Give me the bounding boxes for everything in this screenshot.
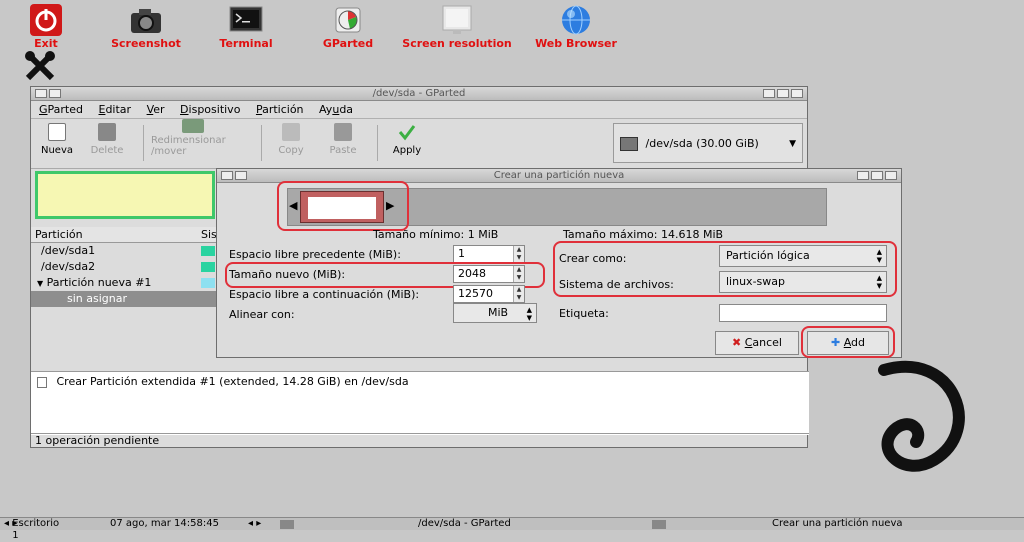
- delete-button[interactable]: Delete: [87, 123, 127, 156]
- paste-icon: [334, 123, 352, 141]
- free-before-label: Espacio libre precedente (MiB):: [229, 248, 401, 261]
- operations-list: Crear Partición extendida #1 (extended, …: [31, 371, 809, 435]
- resize-move-button[interactable]: Redimensionar /mover: [151, 119, 235, 157]
- tools-icon: [22, 50, 58, 82]
- dialog-pin-icon[interactable]: [235, 171, 247, 180]
- taskbar: ◂ Escritorio 1 ▸ 07 ago, mar 14:58:45 ◂ …: [0, 517, 1024, 541]
- free-before-spinner[interactable]: 1 ▲ ▼: [453, 245, 525, 263]
- close-icon[interactable]: [791, 89, 803, 98]
- highlight-slider: [277, 181, 409, 231]
- updown-icon: ▲ ▼: [526, 306, 532, 322]
- task-gparted[interactable]: /dev/sda - GParted: [418, 518, 511, 530]
- resize-icon: [182, 119, 204, 133]
- new-button[interactable]: Nueva: [37, 123, 77, 156]
- power-icon: [30, 4, 62, 36]
- operation-item[interactable]: Crear Partición extendida #1 (extended, …: [57, 375, 409, 388]
- menubar: GParted Editar Ver Dispositivo Partición…: [31, 101, 807, 119]
- dialog-minimize-icon[interactable]: [857, 171, 869, 180]
- expander-icon[interactable]: ▼: [37, 279, 43, 288]
- desktop-web-browser-label: Web Browser: [535, 37, 617, 50]
- free-after-label: Espacio libre a continuación (MiB):: [229, 288, 420, 301]
- gparted-icon: [330, 4, 366, 36]
- desktop-screen-resolution-label: Screen resolution: [402, 37, 512, 50]
- min-size-label: Tamaño mínimo: 1 MiB: [373, 228, 499, 241]
- taskbar-arrows[interactable]: ◂ ▸: [248, 518, 261, 530]
- chevron-down-icon: ▼: [789, 139, 796, 149]
- free-after-spinner[interactable]: 12570 ▲ ▼: [453, 285, 525, 303]
- globe-icon: [558, 4, 594, 36]
- dialog-close-icon[interactable]: [885, 171, 897, 180]
- desktop-switcher[interactable]: ◂ Escritorio 1 ▸: [4, 518, 59, 541]
- table-row[interactable]: sin asignar: [31, 291, 216, 307]
- gparted-titlebar: /dev/sda - GParted: [31, 87, 807, 101]
- terminal-icon: [228, 4, 264, 36]
- partition-table: Partición Sis /dev/sda1 /dev/sda2 ▼ Part…: [31, 227, 217, 307]
- highlight-create-options: [553, 241, 897, 297]
- menu-editar[interactable]: Editar: [99, 103, 132, 116]
- device-selector[interactable]: /dev/sda (30.00 GiB) ▼: [613, 123, 803, 163]
- cancel-button[interactable]: ✖ Cancel: [715, 331, 799, 355]
- gparted-window-title: /dev/sda - GParted: [372, 88, 466, 99]
- checkmark-icon: [398, 123, 416, 141]
- camera-icon: [128, 4, 164, 36]
- desktop-screen-resolution[interactable]: Screen resolution: [390, 4, 524, 50]
- table-row[interactable]: /dev/sda1: [31, 243, 216, 259]
- toolbar: Nueva Delete Redimensionar /mover Copy P…: [31, 119, 807, 169]
- new-document-icon: [48, 123, 66, 141]
- menu-gparted[interactable]: GParted: [39, 103, 83, 116]
- spinner-arrows-icon[interactable]: ▲ ▼: [513, 286, 524, 302]
- max-size-label: Tamaño máximo: 14.618 MiB: [563, 228, 724, 241]
- status-bar: 1 operación pendiente: [31, 433, 809, 447]
- dialog-title: Crear una partición nueva: [493, 170, 625, 181]
- col-fs-header[interactable]: Sis: [201, 227, 217, 243]
- table-row[interactable]: ▼ Partición nueva #1: [31, 275, 216, 291]
- align-select[interactable]: MiB ▲ ▼: [453, 303, 537, 323]
- menu-ver[interactable]: Ver: [147, 103, 165, 116]
- col-partition-header[interactable]: Partición: [35, 228, 83, 241]
- desktop-screenshot[interactable]: Screenshot: [104, 4, 188, 50]
- tag-input[interactable]: [719, 304, 887, 322]
- spinner-arrows-icon[interactable]: ▲ ▼: [513, 246, 524, 262]
- taskbar-app-icon: [280, 520, 294, 529]
- maximize-icon[interactable]: [777, 89, 789, 98]
- highlight-add-button: [801, 326, 895, 358]
- window-pin-icon[interactable]: [49, 89, 61, 98]
- menu-particion[interactable]: Partición: [256, 103, 304, 116]
- debian-swirl-icon: [878, 360, 965, 472]
- desktop-terminal-label: Terminal: [219, 37, 273, 50]
- paste-button[interactable]: Paste: [321, 123, 365, 156]
- window-menu-icon[interactable]: [35, 89, 47, 98]
- minimize-icon[interactable]: [763, 89, 775, 98]
- task-create-partition[interactable]: Crear una partición nueva: [772, 518, 903, 530]
- copy-button[interactable]: Copy: [271, 123, 311, 156]
- operation-icon: [37, 376, 47, 388]
- clock: 07 ago, mar 14:58:45: [110, 518, 219, 529]
- taskbar-dialog-icon: [652, 520, 666, 529]
- desktop-gparted-label: GParted: [322, 37, 374, 50]
- desktop-gparted[interactable]: GParted: [310, 4, 386, 50]
- desktop-exit[interactable]: Exit: [14, 4, 78, 50]
- cancel-x-icon: ✖: [732, 336, 742, 349]
- desktop-terminal[interactable]: Terminal: [208, 4, 284, 50]
- dialog-menu-icon[interactable]: [221, 171, 233, 180]
- disk-icon: [620, 137, 638, 151]
- partition-graph[interactable]: [35, 171, 215, 219]
- menu-ayuda[interactable]: Ayuda: [319, 103, 353, 116]
- trash-icon: [98, 123, 116, 141]
- tag-label: Etiqueta:: [559, 307, 609, 320]
- dialog-maximize-icon[interactable]: [871, 171, 883, 180]
- copy-icon: [282, 123, 300, 141]
- desktop-web-browser[interactable]: Web Browser: [524, 4, 628, 50]
- apply-button[interactable]: Apply: [385, 123, 429, 156]
- table-header: Partición Sis: [31, 227, 217, 243]
- desktop-network-tools[interactable]: [12, 50, 68, 82]
- desktop-exit-label: Exit: [34, 37, 58, 50]
- menu-dispositivo[interactable]: Dispositivo: [180, 103, 240, 116]
- desktop-screenshot-label: Screenshot: [111, 37, 181, 50]
- table-row[interactable]: /dev/sda2: [31, 259, 216, 275]
- align-label: Alinear con:: [229, 308, 295, 321]
- create-partition-dialog: Crear una partición nueva ◀ ▶ Tamaño mín…: [216, 168, 902, 358]
- device-label: /dev/sda (30.00 GiB): [645, 137, 759, 150]
- monitor-icon: [439, 4, 475, 36]
